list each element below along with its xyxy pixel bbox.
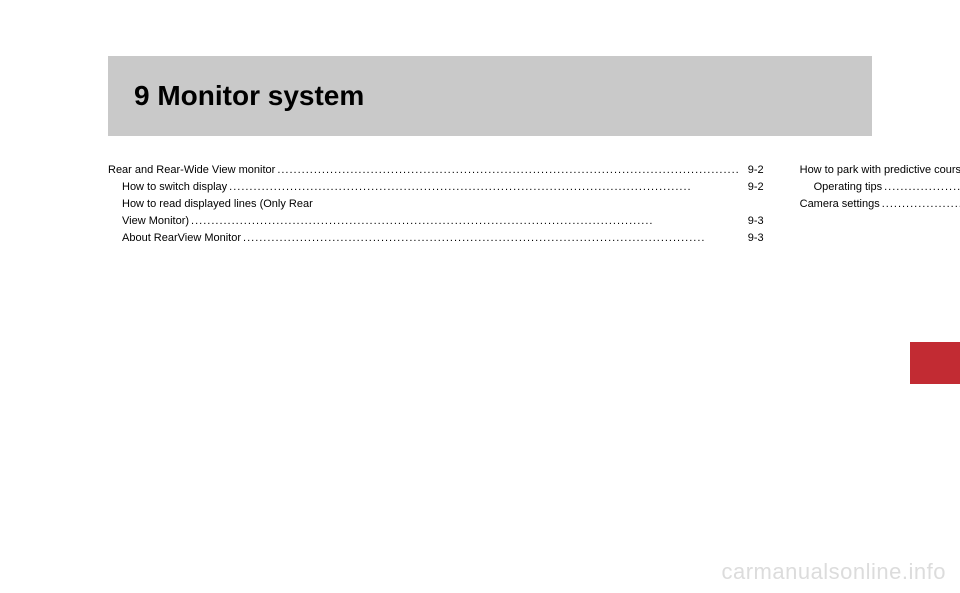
toc-columns: Rear and Rear-Wide View monitor 9-2 How …	[108, 162, 872, 247]
toc-entry: Operating tips 9-7	[800, 179, 960, 196]
toc-page: 9-2	[742, 162, 764, 179]
toc-label: Camera settings	[800, 196, 880, 213]
toc-dots	[277, 162, 739, 179]
toc-label: View Monitor)	[122, 213, 189, 230]
toc-entry: About RearView Monitor 9-3	[108, 230, 764, 247]
chapter-title: 9 Monitor system	[134, 80, 364, 112]
watermark-text: carmanualsonline.info	[721, 559, 946, 585]
toc-label: Rear and Rear-Wide View monitor	[108, 162, 275, 179]
toc-label: How to switch display	[122, 179, 227, 196]
toc-label: How to park with predictive course lines	[800, 162, 960, 179]
toc-dots	[884, 179, 960, 196]
toc-entry: Rear and Rear-Wide View monitor 9-2	[108, 162, 764, 179]
toc-entry: Camera settings 9-7	[800, 196, 960, 213]
toc-entry: How to park with predictive course lines…	[800, 162, 960, 179]
toc-right-column: How to park with predictive course lines…	[800, 162, 960, 247]
toc-page: 9-2	[742, 179, 764, 196]
toc-label: How to read displayed lines (Only Rear	[122, 196, 313, 213]
document-page: 9 Monitor system Rear and Rear-Wide View…	[0, 0, 960, 593]
toc-entry: View Monitor) 9-3	[108, 213, 764, 230]
toc-page: 9-3	[742, 213, 764, 230]
toc-label: Operating tips	[814, 179, 882, 196]
toc-page: 9-3	[742, 230, 764, 247]
toc-left-column: Rear and Rear-Wide View monitor 9-2 How …	[108, 162, 764, 247]
toc-dots	[191, 213, 740, 230]
chapter-header: 9 Monitor system	[108, 56, 872, 136]
toc-entry: How to read displayed lines (Only Rear	[108, 196, 764, 213]
toc-label: About RearView Monitor	[122, 230, 241, 247]
toc-dots	[882, 196, 960, 213]
section-tab	[910, 342, 960, 384]
toc-dots	[229, 179, 740, 196]
toc-dots	[243, 230, 740, 247]
toc-entry: How to switch display 9-2	[108, 179, 764, 196]
